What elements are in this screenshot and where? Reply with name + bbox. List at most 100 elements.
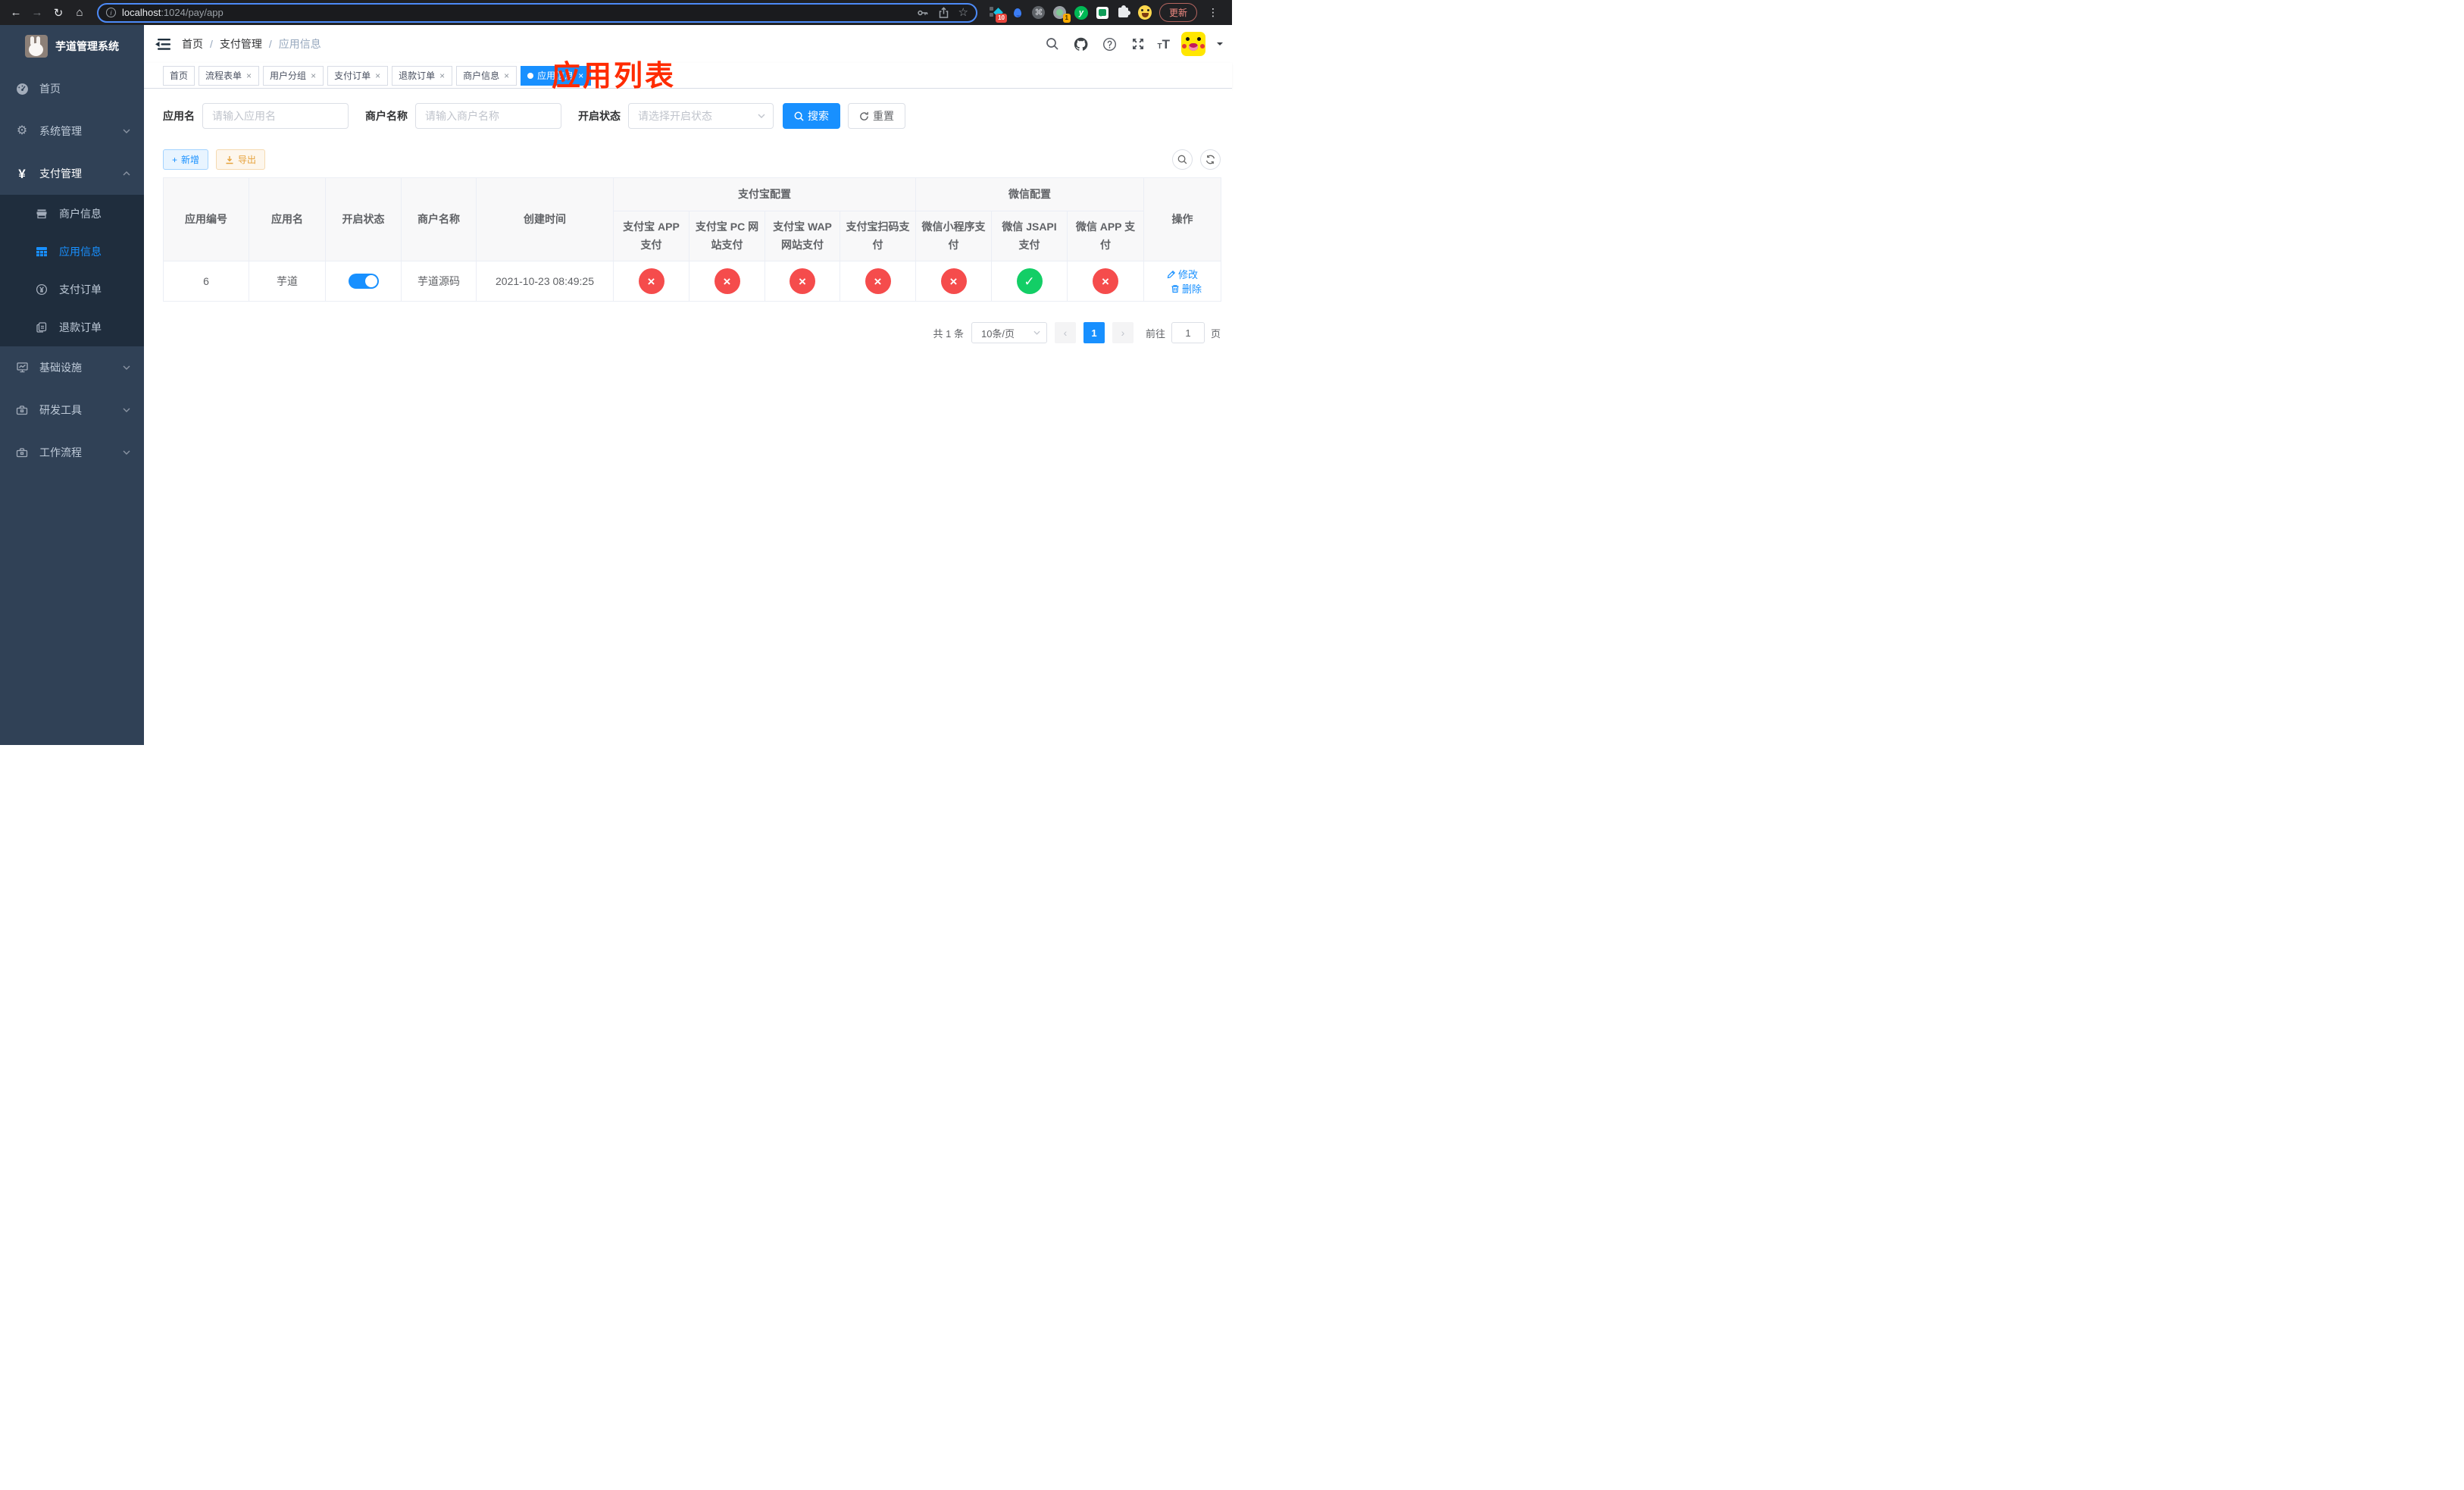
logo-image [25,35,48,58]
sidebar-item-merchant-info[interactable]: 商户信息 [0,195,144,233]
status-icon: × [638,268,664,294]
app-table: 应用编号 应用名 开启状态 商户名称 创建时间 支付宝配置 微信配置 操作 支付… [163,177,1221,302]
status-icon: × [865,268,891,294]
back-icon[interactable]: ← [6,3,26,23]
tab-pay-order[interactable]: 支付订单 × [327,65,389,86]
refresh-icon [1205,155,1215,164]
app-name-input[interactable] [202,103,349,129]
command-extension-icon[interactable]: ⌘ [1032,6,1046,20]
col-app-name: 应用名 [249,177,326,261]
tab-process-form[interactable]: 流程表单 × [199,65,260,86]
briefcase-icon [15,446,29,459]
tab-home[interactable]: 首页 [163,65,195,86]
tab-user-group[interactable]: 用户分组 × [263,65,324,86]
site-info-icon[interactable]: i [106,8,116,17]
chat-extension-icon[interactable] [1096,6,1109,20]
chrome-update-button[interactable]: 更新 [1159,3,1197,22]
close-icon[interactable]: × [310,70,317,81]
merchant-name-label: 商户名称 [365,110,408,122]
bookmark-star-icon[interactable]: ☆ [958,7,968,18]
status-toggle[interactable] [348,274,379,289]
reset-button[interactable]: 重置 [848,103,905,129]
col-wechat-mini: 微信小程序支付 [915,211,992,261]
extensions-area: 10 ⌘ 1 y 更新 ⋮ [985,3,1226,23]
sidebar-item-label: 支付订单 [59,283,102,296]
url-path: :1024/pay/app [161,7,224,18]
recorder-extension-icon[interactable]: 1 [1053,6,1071,23]
breadcrumb-home[interactable]: 首页 [182,36,203,52]
sidebar-item-payment[interactable]: ¥ 支付管理 [0,152,144,195]
breadcrumb-payment[interactable]: 支付管理 [220,36,262,52]
fullscreen-icon[interactable] [1130,36,1146,52]
blocker-extension-icon[interactable]: 10 [989,6,1007,23]
help-icon[interactable] [1101,36,1118,53]
cell-created: 2021-10-23 08:49:25 [476,261,614,302]
next-page-button[interactable]: › [1112,322,1134,343]
add-button[interactable]: + 新增 [163,149,209,170]
col-alipay-wap: 支付宝 WAP 网站支付 [765,211,840,261]
trash-icon [1171,284,1179,293]
cell-alipay-app: × [613,261,689,302]
hamburger-icon[interactable] [144,25,182,63]
reload-icon[interactable]: ↻ [48,3,68,23]
sidebar-item-label: 首页 [39,83,61,95]
sidebar-item-dev-tools[interactable]: 研发工具 [0,389,144,431]
export-button[interactable]: 导出 [216,149,266,170]
browser-menu-icon[interactable]: ⋮ [1205,6,1221,19]
close-icon[interactable]: × [577,70,584,81]
delete-link[interactable]: 删除 [1171,281,1202,296]
search-button[interactable]: 搜索 [783,103,840,129]
puzzle-extensions-icon[interactable] [1117,5,1131,20]
sidebar-item-app-info[interactable]: 应用信息 [0,233,144,271]
blocked-count-badge: 10 [996,13,1007,23]
page-size-select[interactable]: 10条/页 [971,322,1047,343]
avatar-caret-icon[interactable] [1217,42,1223,49]
password-key-icon[interactable] [917,7,929,19]
page-number-button[interactable]: 1 [1083,322,1105,343]
sidebar-item-workflow[interactable]: 工作流程 [0,431,144,474]
address-bar[interactable]: i localhost:1024/pay/app ☆ [97,2,977,23]
cell-wechat-app: × [1067,261,1144,302]
tab-merchant-info[interactable]: 商户信息 × [456,65,518,86]
sidebar-item-home[interactable]: 首页 [0,67,144,110]
sidebar-item-infra[interactable]: 基础设施 [0,346,144,389]
close-icon[interactable]: × [374,70,381,81]
tab-refund-order[interactable]: 退款订单 × [392,65,453,86]
breadcrumb: 首页 / 支付管理 / 应用信息 [182,36,321,52]
user-avatar[interactable] [1181,32,1205,56]
close-icon[interactable]: × [439,70,446,81]
home-icon[interactable]: ⌂ [70,3,89,23]
status-select[interactable]: 请选择开启状态 [628,103,774,129]
close-icon[interactable]: × [503,70,510,81]
search-icon[interactable] [1044,36,1061,52]
url-host: localhost [122,7,161,18]
url-text[interactable]: localhost:1024/pay/app [122,7,224,18]
refresh-table-button[interactable] [1200,149,1221,170]
col-group-wechat: 微信配置 [915,177,1144,211]
refresh-icon [860,111,868,121]
refund-doc-icon [35,321,48,333]
balloon-extension-icon[interactable] [1011,6,1024,20]
sidebar-item-system[interactable]: ⚙ 系统管理 [0,110,144,152]
goto-page-input[interactable] [1171,322,1205,343]
toggle-search-button[interactable] [1172,149,1193,170]
cell-wechat-jsapi: ✓ [991,261,1068,302]
tab-app-info[interactable]: 应用信息 × [521,65,592,86]
sidebar-item-pay-order[interactable]: 支付订单 [0,271,144,308]
app-logo[interactable]: 芋道管理系统 [0,25,144,67]
prev-page-button[interactable]: ‹ [1054,322,1076,343]
sidebar-item-refund-order[interactable]: 退款订单 [0,308,144,346]
github-icon[interactable] [1072,36,1090,53]
yen-icon: ¥ [18,166,26,181]
edit-link[interactable]: 修改 [1167,267,1198,281]
table-toolbar: + 新增 导出 [163,149,1221,170]
merchant-name-input[interactable] [415,103,561,129]
forward-icon[interactable]: → [27,3,47,23]
yudao-extension-icon[interactable]: y [1074,5,1088,20]
cell-wechat-mini: × [915,261,992,302]
share-icon[interactable] [938,6,949,19]
close-icon[interactable]: × [245,70,252,81]
status-icon: ✓ [1016,268,1043,294]
font-size-icon[interactable]: TT [1158,38,1171,51]
profile-avatar[interactable] [1137,5,1152,20]
